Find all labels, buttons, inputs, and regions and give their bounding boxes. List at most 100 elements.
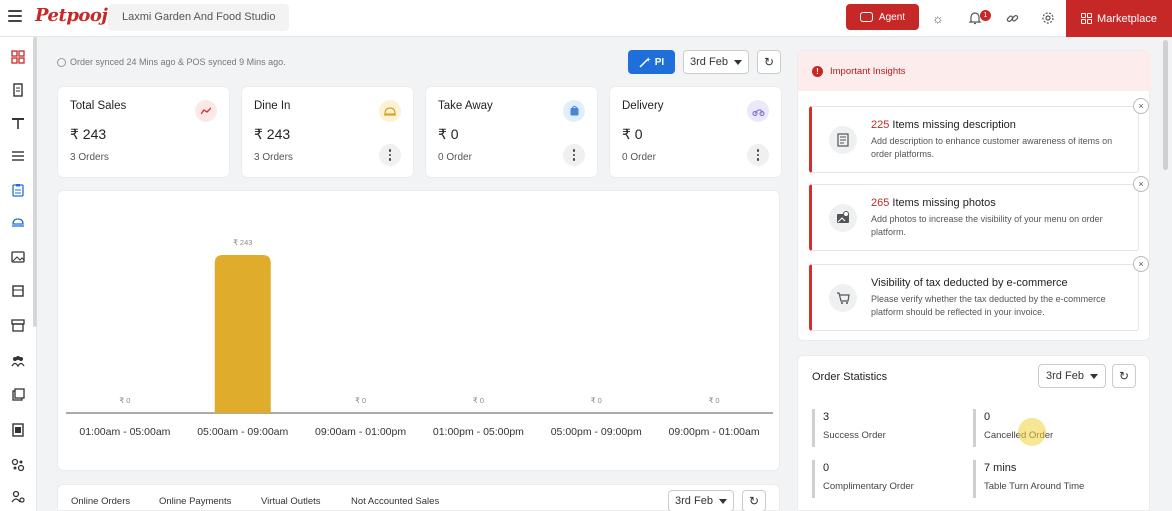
archive-icon[interactable] [10,283,26,299]
orders-refresh-button[interactable]: ↻ [742,490,766,511]
layers-icon[interactable] [10,387,26,403]
stat-label: Complimentary Order [823,481,914,492]
list-icon[interactable] [10,148,26,164]
order-hand-icon[interactable] [10,215,26,231]
refresh-icon: ↻ [1118,369,1130,383]
brand-logo[interactable]: Petpooja [35,5,119,26]
x-tick-label: 05:00am - 09:00am [197,426,288,438]
link-icon[interactable] [1004,10,1020,26]
date-select[interactable]: 3rd Feb [683,50,749,74]
stat-label: Success Order [823,430,886,441]
notification-badge: 1 [980,10,991,21]
insights-title: Important Insights [830,66,906,77]
stats-date-select[interactable]: 3rd Feb [1038,364,1106,388]
insight-description: Please verify whether the tax deducted b… [871,294,1106,317]
card-title: Take Away [438,100,493,112]
card-value: ₹ 0 [438,126,459,142]
sidebar-scrollbar[interactable] [33,37,37,327]
bar-value-label: ₹ 0 [591,396,602,405]
insight-tax-visibility[interactable]: Visibility of tax deducted by e-commerce… [809,256,1149,331]
marketplace-button[interactable]: Marketplace [1066,0,1172,37]
user-settings-icon[interactable] [10,489,26,505]
bar-value-label: ₹ 0 [355,396,366,405]
marketplace-label: Marketplace [1097,12,1157,25]
insight-missing-photos[interactable]: 265 Items missing photos Add photos to i… [809,176,1149,251]
date-select-value: 3rd Feb [1046,370,1084,382]
date-select-value: 3rd Feb [675,495,713,507]
tab-virtual-outlets[interactable]: Virtual Outlets [261,496,321,507]
stat-success-order: 3 Success Order [812,409,886,447]
card-value: ₹ 243 [70,126,107,142]
clipboard-icon[interactable] [10,182,26,198]
orders-tabs-panel: Online Orders Online Payments Virtual Ou… [57,484,780,511]
delivery-card[interactable]: Delivery ₹ 0 0 Order [609,86,782,178]
x-tick-label: 09:00pm - 01:00am [669,426,760,438]
cursor-highlight [1018,418,1046,446]
bulb-icon[interactable]: ☼ [930,10,946,26]
important-insights-panel: ! Important Insights 225 Items missing d… [797,50,1151,341]
marketplace-icon [1081,13,1093,24]
agent-button[interactable]: Agent [846,4,919,30]
kebab-menu-icon[interactable] [747,144,769,166]
tab-not-accounted-sales[interactable]: Not Accounted Sales [351,496,439,507]
card-subtext: 3 Orders [70,152,109,163]
chart-bar[interactable] [214,255,271,413]
x-tick-label: 09:00am - 01:00pm [315,426,406,438]
total-sales-card[interactable]: Total Sales ₹ 243 3 Orders [57,86,230,178]
page-scrollbar[interactable] [1163,40,1168,170]
insight-count: 225 [871,119,890,131]
chevron-down-icon [1089,373,1098,379]
bar-value-label: ₹ 0 [709,396,720,405]
outlet-name[interactable]: Laxmi Garden And Food Studio [108,4,290,31]
image-icon[interactable] [10,249,26,265]
integrations-icon[interactable] [10,457,26,473]
report-icon[interactable] [10,422,26,438]
gear-icon[interactable] [1040,10,1056,26]
order-statistics-panel: Order Statistics 3rd Feb ↻ 3 Success Ord… [797,355,1150,511]
insight-description: Add photos to increase the visibility of… [871,214,1103,237]
billing-icon[interactable] [10,82,26,98]
card-title: Total Sales [70,100,127,112]
store-icon[interactable] [10,317,26,333]
x-tick-label: 01:00am - 05:00am [79,426,170,438]
alert-icon: ! [812,66,823,77]
menu-icon[interactable] [8,10,22,24]
kebab-menu-icon[interactable] [563,144,585,166]
users-icon[interactable] [10,353,26,369]
agent-button-label: Agent [878,11,906,23]
close-icon[interactable]: × [1133,256,1149,272]
stat-complimentary-order: 0 Complimentary Order [812,460,914,498]
dine-in-card[interactable]: Dine In ₹ 243 3 Orders [241,86,414,178]
magic-wand-icon [639,56,651,68]
refresh-button[interactable]: ↻ [757,50,781,74]
close-icon[interactable]: × [1133,176,1149,192]
insight-title-text: Items missing photos [889,197,996,209]
stats-refresh-button[interactable]: ↻ [1112,364,1136,388]
insight-title-text: Items missing description [889,119,1016,131]
tab-online-orders[interactable]: Online Orders [71,496,130,507]
menu-book-icon [829,126,857,154]
take-away-card[interactable]: Take Away ₹ 0 0 Order [425,86,598,178]
pi-button[interactable]: PI [628,50,675,74]
refresh-icon: ↻ [748,494,760,508]
kebab-menu-icon[interactable] [379,144,401,166]
dashboard-icon[interactable] [10,49,26,65]
bar-value-label: ₹ 0 [473,396,484,405]
close-icon[interactable]: × [1133,98,1149,114]
date-select-value: 3rd Feb [690,56,728,68]
orders-date-select[interactable]: 3rd Feb [668,490,734,511]
stat-label: Table Turn Around Time [984,481,1085,492]
refresh-icon: ↻ [763,55,775,69]
sync-text: Order synced 24 Mins ago & POS synced 9 … [70,57,286,67]
insight-missing-description[interactable]: 225 Items missing description Add descri… [809,98,1149,173]
stat-value: 7 mins [984,462,1017,474]
bag-icon [563,100,585,122]
trend-icon [195,100,217,122]
insight-description: Add description to enhance customer awar… [871,136,1113,159]
tab-online-payments[interactable]: Online Payments [159,496,231,507]
chevron-down-icon [718,498,727,504]
stat-value: 0 [823,462,830,474]
card-subtext: 3 Orders [254,152,293,163]
table-icon[interactable] [10,115,26,131]
x-tick-label: 05:00pm - 09:00pm [551,426,642,438]
